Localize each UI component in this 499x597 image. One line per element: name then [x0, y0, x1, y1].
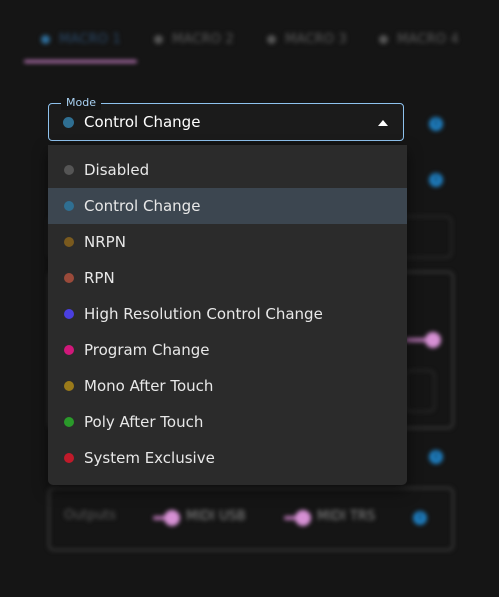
menu-item-label: Control Change: [84, 197, 201, 215]
mode-select[interactable]: Control Change: [48, 103, 404, 141]
menu-item-mono-after-touch[interactable]: Mono After Touch: [48, 368, 407, 404]
midi-trs-toggle-knob[interactable]: [295, 510, 311, 526]
menu-item-label: High Resolution Control Change: [84, 305, 323, 323]
tab-macro-4[interactable]: MACRO 4: [379, 28, 459, 50]
menu-item-label: Mono After Touch: [84, 377, 214, 395]
menu-item-nrpn[interactable]: NRPN: [48, 224, 407, 260]
outputs-info-icon[interactable]: i: [413, 511, 427, 525]
mode-select-label: Mode: [61, 96, 101, 110]
info-icon[interactable]: i: [429, 173, 443, 187]
midi-usb-label: MIDI USB: [186, 509, 246, 524]
mode-color-icon: [64, 381, 74, 391]
menu-item-label: RPN: [84, 269, 115, 287]
tab-indicator-icon: [154, 34, 163, 44]
tab-macro-1[interactable]: MACRO 1: [41, 28, 121, 50]
tab-macro-3[interactable]: MACRO 3: [267, 28, 347, 50]
menu-item-control-change[interactable]: Control Change: [48, 188, 407, 224]
mode-color-icon: [64, 453, 74, 463]
mode-color-icon: [64, 237, 74, 247]
mode-color-icon: [64, 309, 74, 319]
mode-dropdown-menu: Disabled Control Change NRPN RPN High Re…: [48, 145, 407, 485]
mode-color-icon: [64, 201, 74, 211]
active-tab-underline: [24, 60, 137, 63]
mode-color-icon: [64, 165, 74, 175]
selected-mode-color-icon: [63, 116, 74, 128]
range-value-field[interactable]: [405, 370, 435, 412]
tab-macro-2[interactable]: MACRO 2: [154, 28, 234, 50]
mode-color-icon: [64, 417, 74, 427]
tab-indicator-icon: [41, 34, 50, 44]
mode-select-value: Control Change: [84, 113, 201, 131]
menu-item-label: Disabled: [84, 161, 150, 179]
menu-item-program-change[interactable]: Program Change: [48, 332, 407, 368]
menu-item-poly-after-touch[interactable]: Poly After Touch: [48, 404, 407, 440]
menu-item-label: NRPN: [84, 233, 126, 251]
tab-label: MACRO 1: [59, 31, 122, 47]
midi-usb-toggle-knob[interactable]: [164, 510, 180, 526]
menu-item-system-exclusive[interactable]: System Exclusive: [48, 440, 407, 476]
caret-up-icon[interactable]: [378, 120, 388, 126]
macro-tabs: MACRO 1 MACRO 2 MACRO 3 MACRO 4: [24, 28, 484, 64]
menu-item-label: Poly After Touch: [84, 413, 204, 431]
tab-label: MACRO 4: [397, 31, 460, 47]
menu-item-disabled[interactable]: Disabled: [48, 152, 407, 188]
menu-item-rpn[interactable]: RPN: [48, 260, 407, 296]
range-slider-knob[interactable]: [425, 332, 441, 348]
mode-info-icon[interactable]: i: [429, 117, 443, 131]
menu-item-label: Program Change: [84, 341, 210, 359]
tab-label: MACRO 2: [172, 31, 235, 47]
midi-trs-label: MIDI TRS: [317, 509, 376, 524]
mode-color-icon: [64, 273, 74, 283]
mode-color-icon: [64, 345, 74, 355]
tab-label: MACRO 3: [285, 31, 348, 47]
outputs-label: Outputs: [64, 508, 116, 523]
menu-item-high-resolution-control-change[interactable]: High Resolution Control Change: [48, 296, 407, 332]
info-icon[interactable]: i: [429, 450, 443, 464]
tab-indicator-icon: [379, 34, 388, 44]
tab-indicator-icon: [267, 34, 276, 44]
menu-item-label: System Exclusive: [84, 449, 215, 467]
